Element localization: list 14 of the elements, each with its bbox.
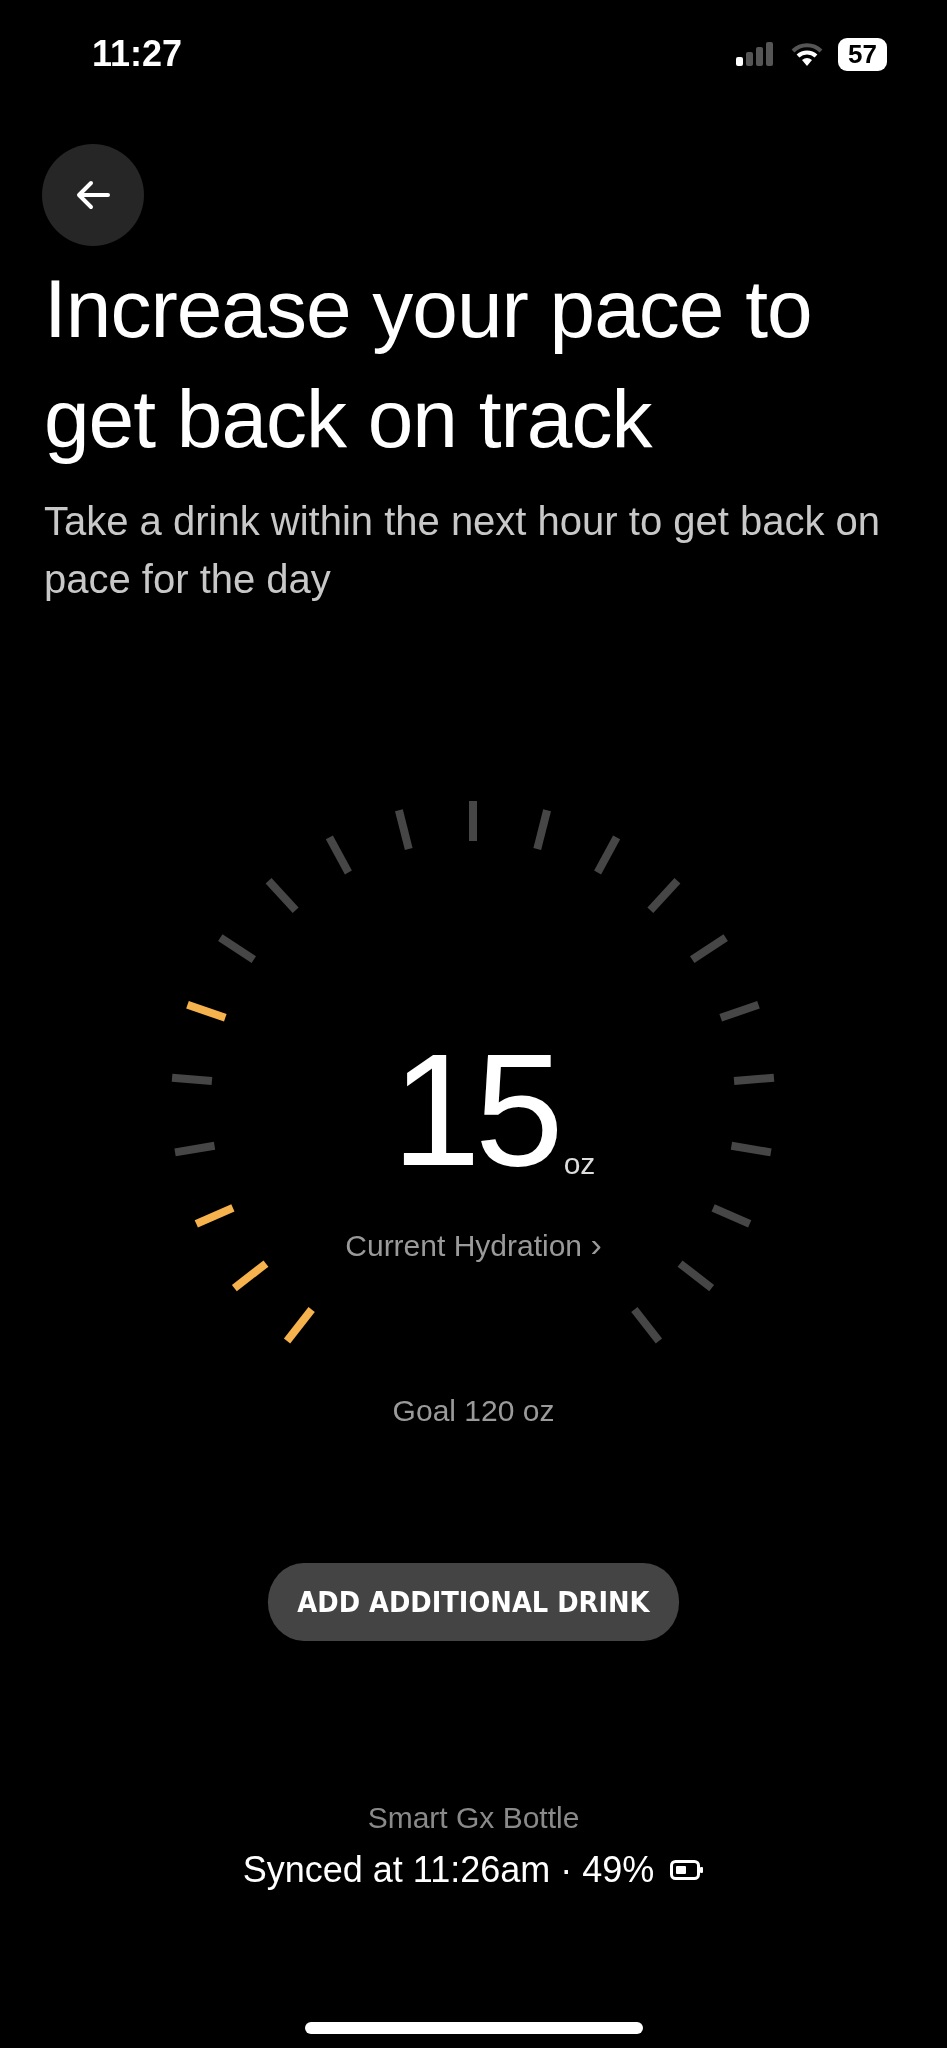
current-hydration-link[interactable]: Current Hydration › [345,1225,602,1264]
hydration-value: 15 [391,1035,558,1185]
hydration-unit: oz [563,1147,596,1181]
add-drink-button[interactable]: ADD ADDITIONAL DRINK [267,1563,680,1641]
battery-level: 57 [838,37,887,71]
back-arrow-icon [76,180,110,210]
device-name: Smart Gx Bottle [367,1801,580,1835]
sync-status: Synced at 11:26am · 49% [242,1849,655,1891]
page-title: Increase your pace to get back on track [44,262,813,466]
battery-icon [670,1860,705,1880]
page-subtitle: Take a drink within the next hour to get back on pace for the day [44,498,882,603]
status-time: 11:27 [92,33,183,75]
goal-label: Goal 120 oz [392,1394,555,1428]
wifi-icon [790,42,825,66]
